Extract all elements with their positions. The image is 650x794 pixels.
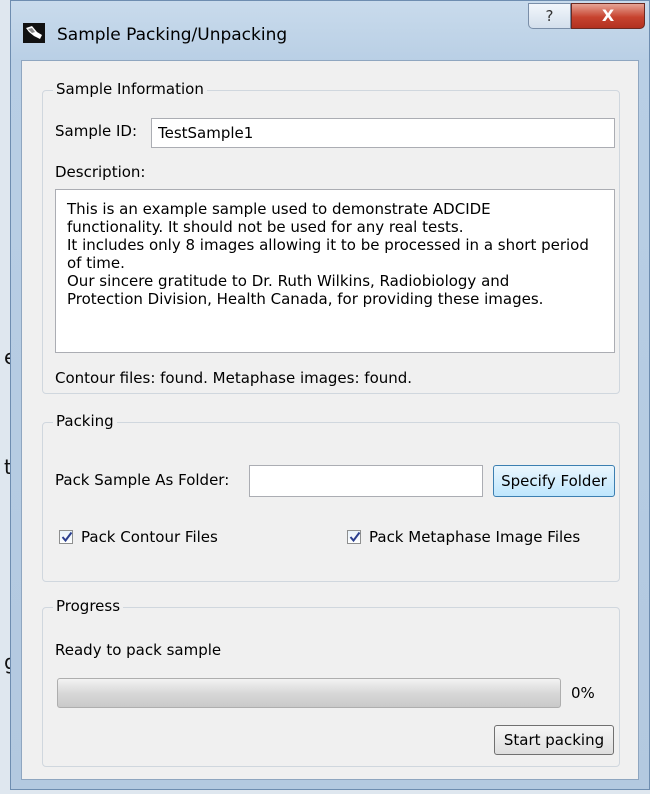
sample-information-group: Sample Information Sample ID: Descriptio… — [42, 80, 620, 394]
pack-contour-checkbox[interactable] — [59, 530, 73, 544]
start-packing-button[interactable]: Start packing — [494, 725, 614, 755]
packing-group: Packing Pack Sample As Folder: Specify F… — [42, 412, 620, 582]
pack-contour-label[interactable]: Pack Contour Files — [81, 528, 218, 546]
help-button[interactable]: ? — [528, 3, 571, 29]
description-line: functionality. It should not be used for… — [67, 218, 464, 236]
description-textarea[interactable]: This is an example sample used to demons… — [55, 189, 615, 353]
file-status-text: Contour files: found. Metaphase images: … — [55, 369, 413, 387]
pack-folder-label: Pack Sample As Folder: — [55, 471, 230, 489]
app-icon — [23, 23, 45, 43]
close-button[interactable]: X — [571, 3, 645, 29]
progress-status-text: Ready to pack sample — [55, 641, 222, 659]
pack-folder-input[interactable] — [249, 465, 483, 497]
description-line: of time. — [67, 254, 125, 272]
pack-metaphase-checkbox[interactable] — [347, 530, 361, 544]
description-line: This is an example sample used to demons… — [67, 200, 491, 218]
progress-percent: 0% — [571, 684, 595, 702]
checkmark-icon — [61, 531, 73, 543]
help-icon: ? — [545, 7, 554, 25]
sample-id-input[interactable] — [151, 118, 615, 148]
description-label: Description: — [55, 163, 146, 181]
group-title-packing: Packing — [53, 412, 117, 430]
specify-folder-button[interactable]: Specify Folder — [493, 465, 615, 497]
description-line: It includes only 8 images allowing it to… — [67, 236, 589, 254]
dialog-content: Sample Information Sample ID: Descriptio… — [21, 60, 639, 780]
dialog-window: Sample Packing/Unpacking ? X Sample Info… — [10, 0, 650, 790]
description-line: Our sincere gratitude to Dr. Ruth Wilkin… — [67, 272, 510, 290]
description-line: Protection Division, Health Canada, for … — [67, 290, 544, 308]
title-bar[interactable]: Sample Packing/Unpacking ? X — [11, 1, 649, 61]
close-icon: X — [601, 6, 615, 25]
progress-bar — [57, 678, 561, 708]
checkmark-icon — [349, 531, 361, 543]
sample-id-label: Sample ID: — [55, 122, 138, 140]
progress-group: Progress Ready to pack sample 0% Start p… — [42, 597, 620, 767]
pack-metaphase-label[interactable]: Pack Metaphase Image Files — [369, 528, 580, 546]
group-title-progress: Progress — [53, 597, 124, 615]
window-title: Sample Packing/Unpacking — [57, 25, 288, 45]
group-title-sample-information: Sample Information — [53, 80, 207, 98]
